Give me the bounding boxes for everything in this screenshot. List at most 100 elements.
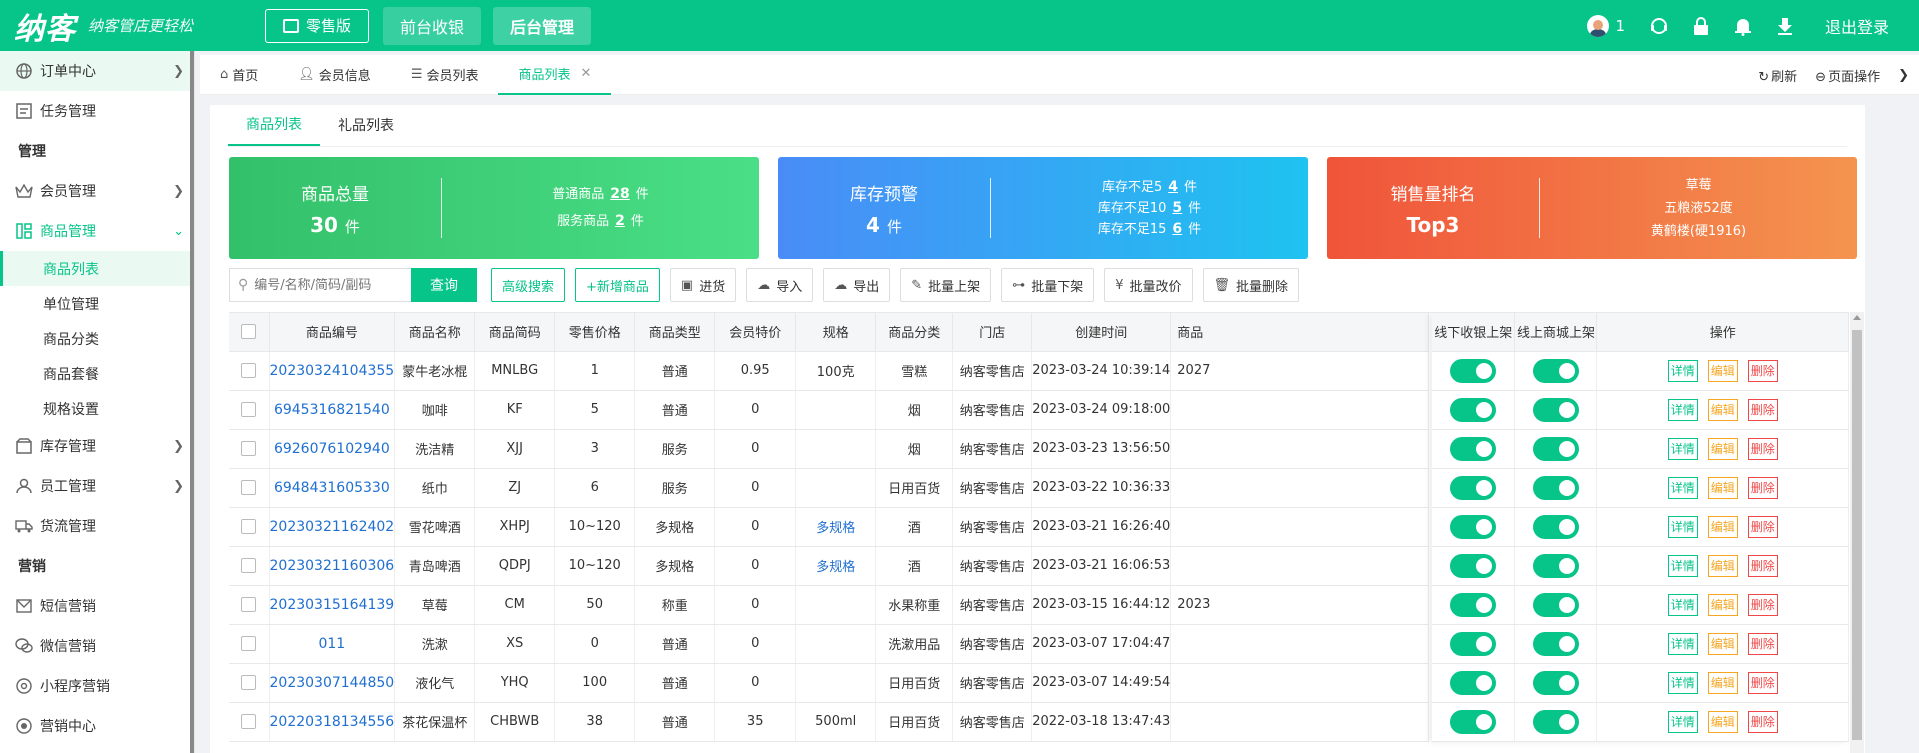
delete-button[interactable]: 删除: [1747, 554, 1778, 577]
sidebar-sub-packages[interactable]: 商品套餐: [0, 356, 194, 391]
tab-backend-admin[interactable]: 后台管理: [493, 6, 592, 45]
online-shelf-toggle[interactable]: [1532, 514, 1579, 539]
detail-button[interactable]: 详情: [1667, 359, 1698, 382]
tab-product-list[interactable]: 商品列表: [228, 104, 320, 146]
online-shelf-toggle[interactable]: [1532, 592, 1579, 617]
page-tab-product-list[interactable]: 商品列表 ✕: [498, 55, 612, 95]
offline-shelf-toggle[interactable]: [1450, 475, 1497, 500]
table-row[interactable]: 20230321162402 雪花啤酒 XHPJ 10~120 多规格 0 多规格酒纳客零售…: [229, 507, 1430, 547]
table-row[interactable]: 6948431605330 纸巾 ZJ 6 服务 0 日用百货 纳客零售店 2023-03-22…: [229, 468, 1430, 508]
online-shelf-toggle[interactable]: [1532, 631, 1579, 656]
lock-icon[interactable]: [1691, 16, 1711, 36]
batch-price-button[interactable]: ¥ 批量改价: [1104, 268, 1193, 302]
sidebar-item-orders[interactable]: 订单中心 ❯: [0, 51, 194, 91]
sidebar-item-inventory[interactable]: 库存管理 ❯: [0, 426, 194, 466]
select-all-checkbox[interactable]: [241, 324, 257, 340]
table-row[interactable]: 6945316821540 咖啡 KF 5 普通 0 烟纳客零售店 2023-03-24 09…: [229, 390, 1430, 430]
delete-button[interactable]: 删除: [1747, 671, 1778, 694]
page-tab-home[interactable]: ⌂ 首页: [200, 55, 278, 95]
sidebar-item-products[interactable]: 商品管理 ⌄: [0, 211, 194, 251]
detail-button[interactable]: 详情: [1667, 398, 1698, 421]
tab-gift-list[interactable]: 礼品列表: [320, 104, 412, 146]
edit-button[interactable]: 编辑: [1707, 632, 1738, 655]
delete-button[interactable]: 删除: [1747, 515, 1778, 538]
add-product-button[interactable]: +新增商品: [575, 268, 660, 302]
stock-in-button[interactable]: ▣ 进货: [669, 268, 737, 302]
cell-code[interactable]: 6945316821540: [269, 390, 396, 430]
logo[interactable]: 纳客 纳客管店更轻松: [14, 4, 248, 48]
edit-button[interactable]: 编辑: [1707, 398, 1738, 421]
cell-code[interactable]: 6948431605330: [269, 468, 396, 508]
table-row[interactable]: 20230321160306 青岛啤酒 QDPJ 10~120 多规格 0 多规格酒纳客零售…: [229, 546, 1430, 586]
table-row[interactable]: 6926076102940 洗洁精 XJJ 3 服务 0 烟纳客零售店 2023-03-23 …: [229, 429, 1430, 469]
batch-delete-button[interactable]: 🗑︎ 批量删除: [1202, 268, 1300, 302]
sidebar-item-wechat[interactable]: 微信营销: [0, 626, 194, 666]
support-icon[interactable]: [1649, 16, 1669, 36]
import-button[interactable]: ☁ 导入: [746, 268, 814, 302]
detail-button[interactable]: 详情: [1667, 476, 1698, 499]
sidebar-sub-categories[interactable]: 商品分类: [0, 321, 194, 356]
edition-button[interactable]: 零售版: [265, 8, 369, 43]
delete-button[interactable]: 删除: [1747, 437, 1778, 460]
offline-shelf-toggle[interactable]: [1450, 358, 1497, 383]
sidebar-sub-units[interactable]: 单位管理: [0, 286, 194, 321]
cell-code[interactable]: 20230315164139: [269, 585, 396, 625]
export-button[interactable]: ☁ 导出: [823, 268, 891, 302]
refresh-button[interactable]: ↻ 刷新: [1758, 66, 1797, 85]
online-shelf-toggle[interactable]: [1532, 358, 1579, 383]
online-shelf-toggle[interactable]: [1532, 475, 1579, 500]
detail-button[interactable]: 详情: [1667, 554, 1698, 577]
tab-front-cashier[interactable]: 前台收银: [383, 6, 482, 45]
detail-button[interactable]: 详情: [1667, 515, 1698, 538]
batch-shelve-button[interactable]: ✎ 批量上架: [900, 268, 992, 302]
online-shelf-toggle[interactable]: [1532, 709, 1579, 734]
row-checkbox[interactable]: [241, 636, 257, 651]
scrollbar-thumb[interactable]: [1852, 330, 1862, 740]
cell-code[interactable]: 20230324104355: [269, 351, 396, 391]
chevron-right-icon[interactable]: ❯: [1898, 68, 1909, 83]
edit-button[interactable]: 编辑: [1707, 710, 1738, 733]
close-icon[interactable]: ✕: [581, 66, 592, 81]
offline-shelf-toggle[interactable]: [1450, 709, 1497, 734]
table-row[interactable]: 20230315164139 草莓 CM 50 称重 0 水果称重 纳客零售店 2023-03-…: [229, 585, 1430, 625]
advanced-search-button[interactable]: 高级搜索: [491, 268, 566, 302]
edit-button[interactable]: 编辑: [1707, 437, 1738, 460]
cell-code[interactable]: 20230321160306: [269, 546, 396, 586]
edit-button[interactable]: 编辑: [1707, 359, 1738, 382]
row-checkbox[interactable]: [241, 597, 257, 612]
row-checkbox[interactable]: [241, 402, 257, 417]
row-checkbox[interactable]: [241, 519, 257, 534]
offline-shelf-toggle[interactable]: [1450, 397, 1497, 422]
sidebar-item-tasks[interactable]: 任务管理: [0, 91, 194, 131]
edit-button[interactable]: 编辑: [1707, 671, 1738, 694]
sidebar-item-marketing-center[interactable]: 营销中心: [0, 706, 194, 746]
table-row[interactable]: 20230324104355 蒙牛老冰棍 MNLBG 1 普通 0.95 100克 雪糕 纳客零…: [229, 351, 1430, 391]
sidebar-sub-specs[interactable]: 规格设置: [0, 391, 194, 426]
detail-button[interactable]: 详情: [1667, 671, 1698, 694]
sidebar-item-miniapp[interactable]: 小程序营销: [0, 666, 194, 706]
sidebar-item-members[interactable]: 会员管理 ❯: [0, 171, 194, 211]
sidebar-item-logistics[interactable]: 货流管理: [0, 506, 194, 546]
cell-code[interactable]: 20220318134556: [269, 702, 396, 742]
online-shelf-toggle[interactable]: [1532, 553, 1579, 578]
cell-code[interactable]: 011: [269, 624, 396, 664]
edit-button[interactable]: 编辑: [1707, 515, 1738, 538]
detail-button[interactable]: 详情: [1667, 593, 1698, 616]
card-sales-ranking[interactable]: 销售量排名 Top3 草莓 五粮液52度 黄鹤楼(硬1916): [1327, 157, 1857, 259]
cell-spec[interactable]: 多规格: [795, 507, 877, 547]
table-row[interactable]: 20220318134556 茶花保温杯 CHBWB 38 普通 35 500ml 日用百货纳…: [229, 702, 1430, 742]
row-checkbox[interactable]: [241, 441, 257, 456]
delete-button[interactable]: 删除: [1747, 593, 1778, 616]
online-shelf-toggle[interactable]: [1532, 670, 1579, 695]
query-button[interactable]: 查询: [411, 268, 477, 302]
download-icon[interactable]: [1775, 16, 1795, 36]
row-checkbox[interactable]: [241, 363, 257, 378]
edit-button[interactable]: 编辑: [1707, 554, 1738, 577]
detail-button[interactable]: 详情: [1667, 437, 1698, 460]
offline-shelf-toggle[interactable]: [1450, 436, 1497, 461]
cell-code[interactable]: 6926076102940: [269, 429, 396, 469]
cell-code[interactable]: 20230307144850: [269, 663, 396, 703]
sidebar-item-staff[interactable]: 员工管理 ❯: [0, 466, 194, 506]
table-row[interactable]: 20230307144850 液化气 YHQ 100 普通 0 日用百货 纳客零售店 2023-…: [229, 663, 1430, 703]
edit-button[interactable]: 编辑: [1707, 593, 1738, 616]
